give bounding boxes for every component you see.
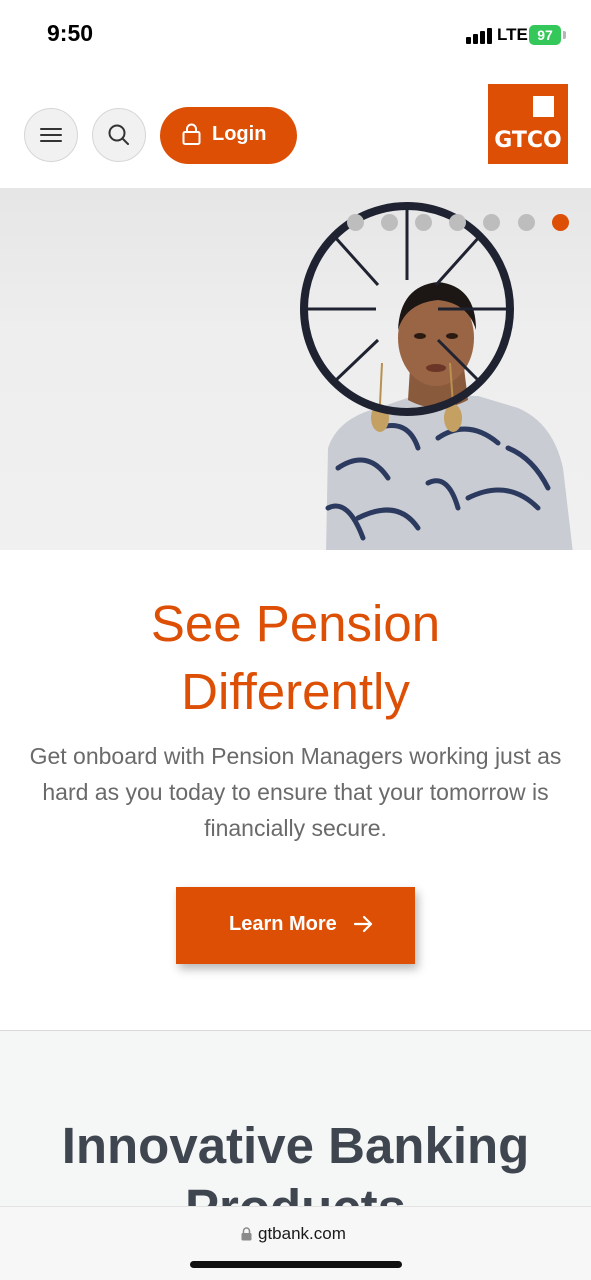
login-button[interactable]: Login [160,107,297,164]
promo-section: See Pension Differently Get onboard with… [0,550,591,1030]
products-section: Innovative Banking Products [0,1031,591,1207]
carousel-dot[interactable] [483,214,500,231]
promo-title-line2: Differently [181,663,410,720]
carousel-dot[interactable] [381,214,398,231]
hamburger-icon [40,128,62,143]
search-icon [108,124,129,145]
logo-mark [533,96,554,117]
promo-title-line1: See Pension [150,595,441,652]
lock-icon [182,123,201,145]
promo-title: See Pension Differently [40,590,551,726]
carousel-dot-active[interactable] [552,214,569,231]
logo-text: GTCO [494,128,562,153]
url-lock-icon [241,1227,252,1241]
gtco-logo[interactable]: GTCO [488,84,568,164]
carousel-dot[interactable] [347,214,364,231]
products-title: Innovative Banking Products [61,1117,530,1207]
network-label: LTE [497,25,528,44]
arrow-right-icon [354,915,373,933]
carousel-dot[interactable] [518,214,535,231]
search-button[interactable] [92,108,146,162]
menu-button[interactable] [24,108,78,162]
learn-more-button[interactable]: Learn More [176,887,415,964]
signal-icon [466,26,494,44]
site-header: Login GTCO [0,80,591,188]
carousel-dot[interactable] [415,214,432,231]
status-time: 9:50 [47,20,94,46]
url-text[interactable]: gtbank.com [258,1224,346,1244]
hero-halo-image [300,202,514,416]
battery-tip [563,31,566,39]
login-label: Login [212,123,267,145]
hero-banner[interactable] [0,188,591,550]
carousel-dots [0,214,591,232]
browser-address-bar[interactable]: gtbank.com [0,1206,591,1280]
battery-icon: 97 [529,25,561,45]
home-indicator[interactable] [190,1261,402,1268]
carousel-dot[interactable] [449,214,466,231]
promo-description: Get onboard with Pension Managers workin… [29,743,562,841]
learn-more-label: Learn More [229,913,337,935]
status-bar: 9:50 LTE 97 [0,0,591,70]
